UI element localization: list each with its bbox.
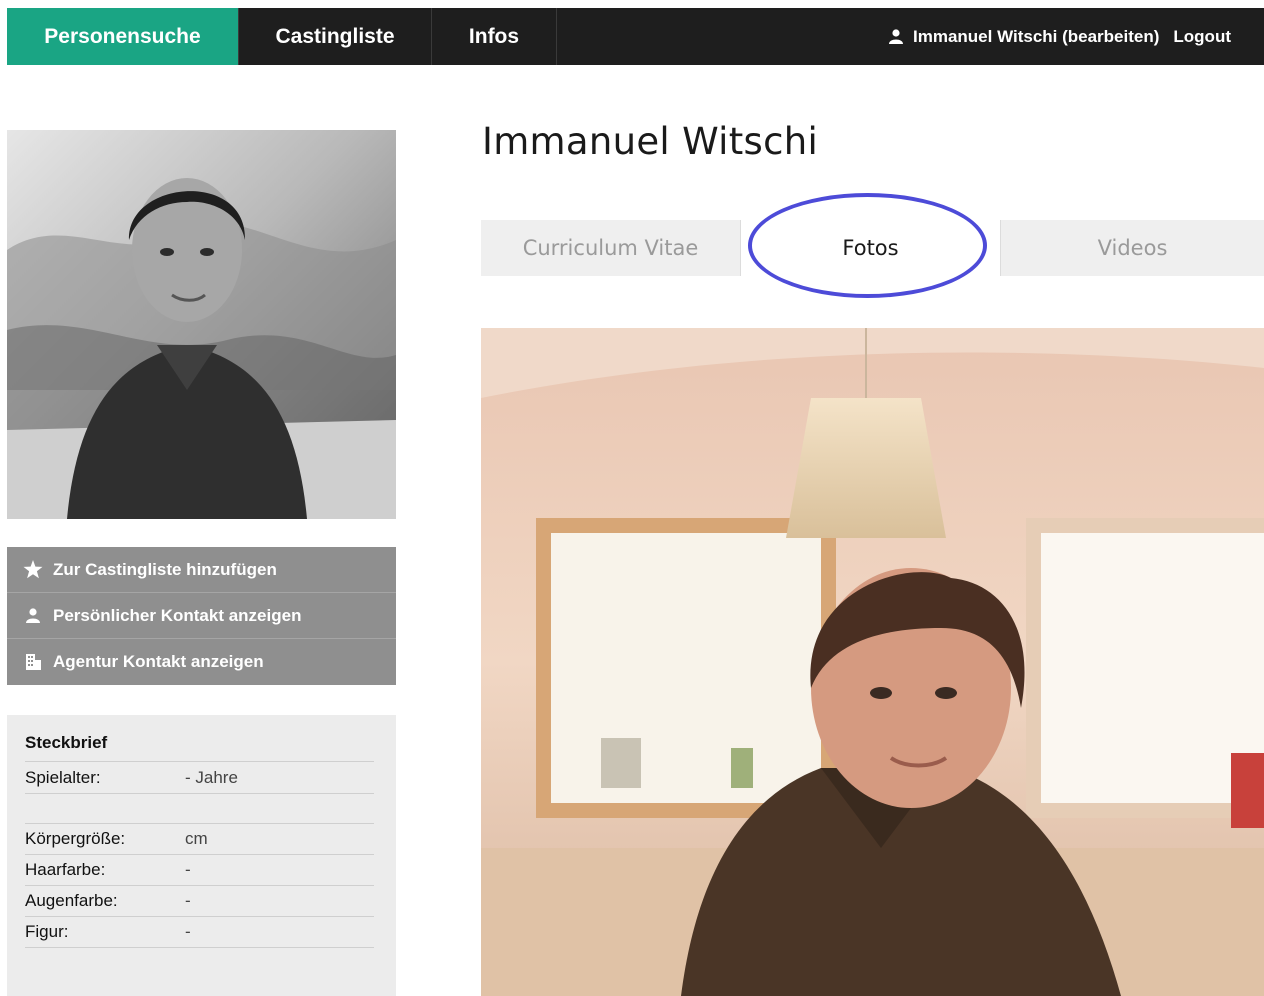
user-icon [889,29,903,44]
steckbrief-key: Spielalter: [25,767,101,787]
tab-videos[interactable]: Videos [1001,220,1264,276]
steckbrief-key: Haarfarbe: [25,860,106,879]
show-personal-contact-button[interactable]: Persönlicher Kontakt anzeigen [7,593,396,639]
nav-infos[interactable]: Infos [432,8,557,65]
star-icon [21,560,45,579]
page-title: Immanuel Witschi [482,120,819,163]
nav-castingliste[interactable]: Castingliste [239,8,432,65]
add-to-castinglist-button[interactable]: Zur Castingliste hinzufügen [7,547,396,593]
steckbrief-value: cm [185,829,208,848]
steckbrief-value: - [185,860,191,879]
profile-portrait [7,130,396,519]
nav-user-area: Immanuel Witschi (bearbeiten) Logout [889,8,1264,65]
steckbrief-key: Körpergröße: [25,829,126,848]
steckbrief-divider [25,794,374,824]
steckbrief-key: Figur: [25,922,69,941]
action-label: Agentur Kontakt anzeigen [53,652,264,671]
building-icon [21,654,45,670]
profile-actions: Zur Castingliste hinzufügen Persönlicher… [7,547,396,685]
main-photo[interactable] [481,328,1264,996]
show-agency-contact-button[interactable]: Agentur Kontakt anzeigen [7,639,396,685]
user-name-link[interactable]: Immanuel Witschi (bearbeiten) [913,27,1159,47]
tab-fotos[interactable]: Fotos [741,220,1001,276]
steckbrief-value: - Jahre [185,767,238,787]
steckbrief-title: Steckbrief [25,733,374,762]
steckbrief-row-augenfarbe: Augenfarbe: - [25,886,374,917]
nav-personensuche[interactable]: Personensuche [7,8,239,65]
nav-user[interactable]: Immanuel Witschi (bearbeiten) [889,27,1159,47]
action-label: Persönlicher Kontakt anzeigen [53,605,302,625]
steckbrief-row-spielalter: Spielalter: - Jahre [25,762,374,794]
steckbrief-value: - [185,922,191,941]
steckbrief-value: - [185,891,191,910]
tab-curriculum-vitae[interactable]: Curriculum Vitae [481,220,741,276]
steckbrief-panel: Steckbrief Spielalter: - Jahre Körpergrö… [7,715,396,996]
steckbrief-row-figur: Figur: - [25,917,374,948]
logout-link[interactable]: Logout [1173,27,1231,47]
steckbrief-row-haarfarbe: Haarfarbe: - [25,855,374,886]
profile-tabs: Curriculum Vitae Fotos Videos [481,220,1264,276]
steckbrief-key: Augenfarbe: [25,891,118,910]
user-icon [21,608,45,623]
action-label: Zur Castingliste hinzufügen [53,559,277,579]
steckbrief-row-koerpergroesse: Körpergröße: cm [25,824,374,855]
top-navbar: Personensuche Castingliste Infos Immanue… [7,8,1264,65]
